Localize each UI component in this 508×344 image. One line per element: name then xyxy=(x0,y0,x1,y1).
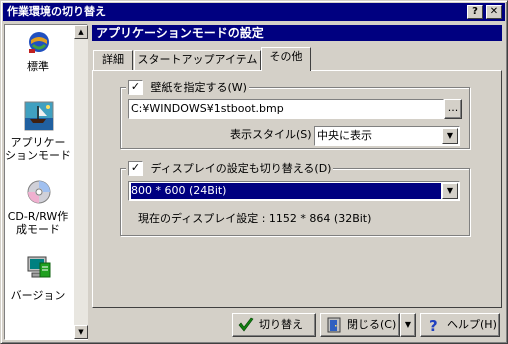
switch-label: 切り替え xyxy=(259,318,303,331)
close-title-button[interactable]: ✕ xyxy=(486,5,502,19)
mode-sidebar: 標準 アプリケー ションモード CD-R/RW作 成モード バージョン ▲ ▼ xyxy=(4,24,88,340)
page-title: アプリケーションモードの設定 xyxy=(92,25,502,41)
sidebar-item-standard[interactable]: 標準 xyxy=(5,29,71,79)
close-dropdown-button[interactable]: ▼ xyxy=(400,313,416,337)
tab-label: スタートアップアイテム xyxy=(137,53,258,66)
sidebar-item-label-line2: ションモード xyxy=(5,149,71,162)
switch-button[interactable]: 切り替え xyxy=(232,313,316,337)
tab-startup-items[interactable]: スタートアップアイテム xyxy=(134,50,261,70)
sidebar-item-label: アプリケー xyxy=(10,136,66,149)
display-style-value: 中央に表示 xyxy=(317,129,372,142)
check-icon: ✓ xyxy=(130,80,141,93)
standard-icon xyxy=(29,32,49,53)
sidebar-item-version[interactable]: バージョン xyxy=(5,255,71,305)
resolution-select[interactable]: 800 * 600 (24Bit) ▼ xyxy=(128,181,460,201)
version-icon xyxy=(27,256,51,278)
chevron-down-icon[interactable]: ▼ xyxy=(442,128,458,144)
display-style-label: 表示スタイル(S) xyxy=(230,128,312,141)
sidebar-item-label: CD-R/RW作 xyxy=(7,210,69,223)
application-mode-icon xyxy=(24,101,54,131)
display-style-select[interactable]: 中央に表示 ▼ xyxy=(314,126,460,146)
display-group-legend: ✓ ディスプレイの設定も切り替える(D) xyxy=(126,161,334,176)
svg-text:?: ? xyxy=(429,317,438,333)
current-display-setting: 現在のディスプレイ設定 : 1152 * 864 (32Bit) xyxy=(138,212,372,225)
wallpaper-checkbox[interactable]: ✓ xyxy=(128,80,143,95)
door-icon xyxy=(327,317,341,333)
wallpaper-label: 壁紙を指定する(W) xyxy=(150,80,247,94)
help-icon: ? xyxy=(472,6,478,17)
sidebar-item-label-line2: 成モード xyxy=(16,223,60,236)
check-icon: ✓ xyxy=(130,161,141,174)
display-label: ディスプレイの設定も切り替える(D) xyxy=(150,161,332,175)
wallpaper-group-legend: ✓ 壁紙を指定する(W) xyxy=(126,80,249,95)
scroll-down-button[interactable]: ▼ xyxy=(74,325,88,339)
display-checkbox[interactable]: ✓ xyxy=(128,161,143,176)
sidebar-scrollbar[interactable]: ▲ ▼ xyxy=(74,25,88,339)
scroll-up-button[interactable]: ▲ xyxy=(74,25,88,39)
chevron-down-icon[interactable]: ▼ xyxy=(442,183,458,199)
browse-label: ... xyxy=(447,101,459,114)
resolution-selected-value: 800 * 600 (24Bit) xyxy=(131,183,441,199)
tab-other[interactable]: その他 xyxy=(261,47,311,71)
window-title: 作業環境の切り替え xyxy=(7,5,106,18)
tab-label: 詳細 xyxy=(102,53,124,66)
help-label: ヘルプ(H) xyxy=(447,318,497,331)
help-title-button[interactable]: ? xyxy=(467,5,483,19)
chevron-down-icon: ▼ xyxy=(404,320,412,329)
sidebar-item-label: 標準 xyxy=(27,60,49,73)
tab-details[interactable]: 詳細 xyxy=(93,50,133,70)
checkmark-icon xyxy=(238,317,254,332)
cd-disc-icon xyxy=(27,180,51,204)
help-button[interactable]: ? ヘルプ(H) xyxy=(420,313,500,337)
question-mark-icon: ? xyxy=(429,317,438,333)
browse-button[interactable]: ... xyxy=(444,99,462,119)
sidebar-item-application-mode[interactable]: アプリケー ションモード xyxy=(5,101,71,165)
title-bar: 作業環境の切り替え xyxy=(3,3,505,21)
close-icon: ✕ xyxy=(489,6,499,17)
wallpaper-path-field[interactable]: C:¥WINDOWS¥1stboot.bmp xyxy=(128,99,444,119)
close-button[interactable]: 閉じる(C) xyxy=(320,313,400,337)
sidebar-item-cd-rw-mode[interactable]: CD-R/RW作 成モード xyxy=(5,179,71,241)
tab-label: その他 xyxy=(269,50,303,63)
close-label: 閉じる(C) xyxy=(347,318,397,331)
sidebar-item-label: バージョン xyxy=(10,289,66,302)
